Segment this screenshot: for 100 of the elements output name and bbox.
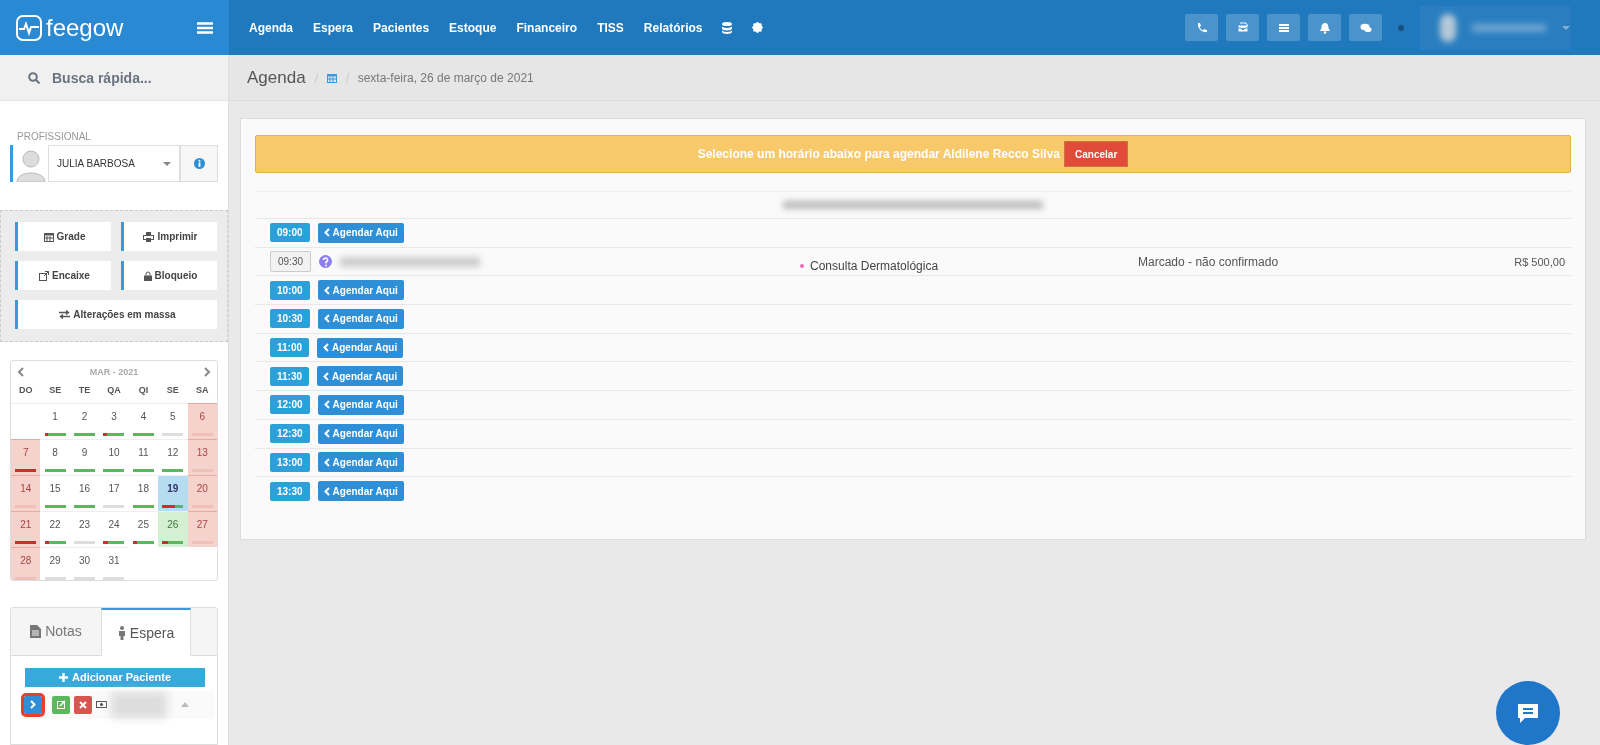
nav-link[interactable]: Agenda xyxy=(239,20,303,35)
bell-button[interactable] xyxy=(1308,14,1341,41)
action-button[interactable]: Encaixe xyxy=(15,261,111,290)
caret-icon xyxy=(1562,25,1570,30)
professional-dropdown[interactable]: JULIA BARBOSA xyxy=(48,145,180,182)
occupancy-bar xyxy=(74,541,96,544)
calendar-day[interactable]: 22 xyxy=(40,511,70,547)
calendar-day[interactable]: 4 xyxy=(128,403,159,439)
calendar-day[interactable]: 9 xyxy=(69,439,100,475)
time-badge: 11:30 xyxy=(270,366,310,386)
field-label: PROFISSIONAL xyxy=(17,131,92,142)
calendar-day[interactable]: 8 xyxy=(40,439,70,475)
printer-icon xyxy=(143,231,155,242)
calendar-day[interactable]: 3 xyxy=(99,403,129,439)
action-button[interactable]: Imprimir xyxy=(121,222,217,251)
calendar-day[interactable]: 2 xyxy=(69,403,100,439)
weekday-label: SE xyxy=(165,384,180,397)
action-button[interactable]: Grade xyxy=(15,222,111,251)
calendar-day[interactable]: 19 xyxy=(158,475,188,511)
blurred-patient-name xyxy=(111,691,167,718)
time-badge: 09:00 xyxy=(270,223,310,243)
action-button[interactable]: Alterações em massa xyxy=(15,300,217,329)
chat-bubbles-button[interactable] xyxy=(1349,14,1382,41)
chevron-right-icon[interactable] xyxy=(204,367,211,377)
calendar-day[interactable]: 14 xyxy=(11,475,41,511)
calendar-day[interactable]: 17 xyxy=(99,475,129,511)
inbox-button[interactable] xyxy=(1226,14,1259,41)
calendar-day[interactable]: 20 xyxy=(187,475,217,511)
nav-link[interactable]: TISS xyxy=(587,20,634,35)
breadcrumb-date: sexta-feira, 26 de março de 2021 xyxy=(357,70,534,85)
database-icon[interactable] xyxy=(722,21,733,34)
external-link-icon xyxy=(39,270,50,281)
phone-button[interactable] xyxy=(1185,14,1218,41)
occupancy-bar xyxy=(162,541,184,544)
calendar-day[interactable]: 21 xyxy=(11,511,41,547)
settings-icon[interactable] xyxy=(752,22,764,33)
remove-button[interactable] xyxy=(74,695,92,714)
procedure-name: Consulta Dermatológica xyxy=(810,258,939,273)
calendar-day[interactable]: 24 xyxy=(99,511,129,547)
calendar-day[interactable]: 5 xyxy=(158,403,188,439)
chat-icon xyxy=(1516,702,1540,724)
calendar-day[interactable]: 28 xyxy=(11,547,41,580)
nav-link[interactable]: Relatórios xyxy=(633,20,713,35)
calendar-icon xyxy=(43,231,54,242)
chevron-left-icon[interactable] xyxy=(17,367,24,377)
occupancy-bar xyxy=(15,577,37,580)
chevron-left-icon xyxy=(323,371,330,381)
time-badge: 10:30 xyxy=(270,309,310,329)
calendar-day[interactable]: 13 xyxy=(187,439,217,475)
swap-arrows-icon xyxy=(59,310,71,319)
tab[interactable]: Espera xyxy=(101,607,191,656)
calendar-day[interactable]: 6 xyxy=(187,403,217,439)
action-button[interactable]: Bloqueio xyxy=(121,261,217,290)
calendar-day[interactable]: 15 xyxy=(40,475,70,511)
occupancy-bar xyxy=(44,505,66,508)
breadcrumb-title[interactable]: Agenda xyxy=(247,67,306,88)
calendar-day[interactable]: 7 xyxy=(11,439,41,475)
weekday-label: QI xyxy=(137,384,150,397)
search-field[interactable]: Busca rápida... xyxy=(0,55,228,101)
calendar-day[interactable]: 26 xyxy=(158,511,188,547)
phone-icon xyxy=(1195,21,1208,34)
info-button[interactable] xyxy=(180,145,218,182)
time-badge: 10:00 xyxy=(270,280,310,300)
weekday-label: DO xyxy=(17,384,34,397)
calendar-day[interactable]: 30 xyxy=(69,547,100,580)
separator-slash-icon xyxy=(313,71,319,84)
time-badge: 13:00 xyxy=(270,452,310,472)
chevron-left-icon xyxy=(323,457,330,467)
calendar-day[interactable]: 31 xyxy=(99,547,129,580)
time-badge: 13:30 xyxy=(270,481,310,501)
scroll-up-icon[interactable] xyxy=(181,702,189,708)
menu-button[interactable] xyxy=(197,21,213,34)
cancel-button[interactable]: Cancelar xyxy=(1064,141,1129,167)
menu-icon xyxy=(197,21,213,34)
occupancy-bar xyxy=(162,433,184,436)
list-button[interactable] xyxy=(1267,14,1300,41)
chat-bubbles-icon xyxy=(1359,21,1372,34)
calendar-day[interactable]: 11 xyxy=(128,439,159,475)
calendar-day[interactable]: 16 xyxy=(69,475,100,511)
nav-link[interactable]: Espera xyxy=(303,20,364,35)
plus-icon xyxy=(58,672,68,682)
calendar-day[interactable]: 27 xyxy=(187,511,217,547)
calendar-day[interactable]: 29 xyxy=(40,547,70,580)
user-menu[interactable] xyxy=(1420,5,1570,50)
occupancy-bar xyxy=(74,433,96,436)
occupancy-bar xyxy=(74,469,96,472)
calendar-day[interactable]: 1 xyxy=(40,403,70,439)
call-patient-button[interactable] xyxy=(24,695,42,714)
edit-button[interactable] xyxy=(52,695,70,714)
month-title: MAR - 2021 xyxy=(89,367,139,377)
nav-link[interactable]: Financeiro xyxy=(506,20,588,35)
occupancy-bar xyxy=(15,541,37,544)
tab[interactable]: Notas xyxy=(11,607,101,655)
nav-link[interactable]: Pacientes xyxy=(363,20,440,35)
weekday-label: SA xyxy=(195,384,210,397)
chevron-left-icon xyxy=(323,285,330,295)
lock-icon xyxy=(143,270,152,281)
calendar-day[interactable]: 23 xyxy=(69,511,100,547)
calendar-day[interactable]: 10 xyxy=(99,439,129,475)
nav-link[interactable]: Estoque xyxy=(439,20,507,35)
